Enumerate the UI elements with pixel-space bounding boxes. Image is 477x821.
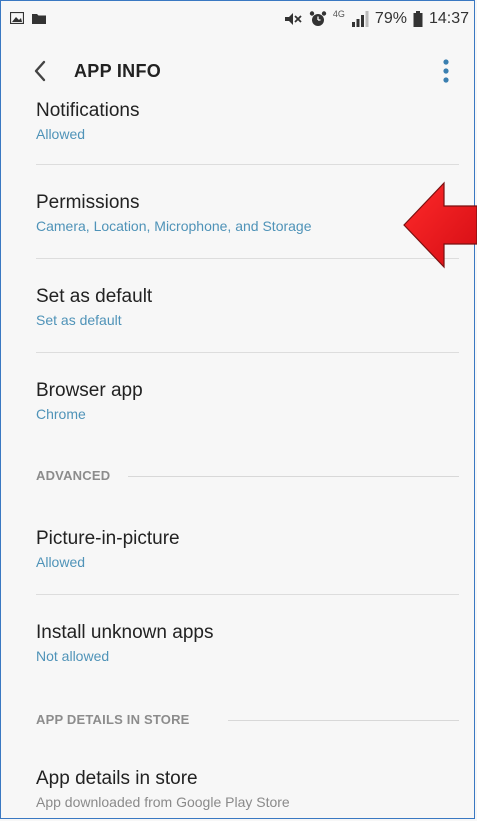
section-header-advanced: ADVANCED	[36, 468, 111, 483]
red-arrow-annotation	[403, 181, 477, 269]
section-header-app-details-in-store: APP DETAILS IN STORE	[36, 712, 190, 727]
gallery-notification-icon	[10, 12, 24, 24]
alarm-icon	[309, 11, 327, 26]
clock-time: 14:37	[428, 10, 469, 27]
item-label: Notifications	[36, 100, 140, 121]
item-value: Chrome	[36, 406, 86, 422]
status-bar: 4G 79% 14:37	[0, 0, 477, 40]
divider	[36, 164, 459, 165]
list-item-app-details-in-store[interactable]: App details in store App downloaded from…	[0, 768, 477, 810]
list-item-set-as-default[interactable]: Set as default Set as default	[0, 286, 477, 328]
mute-icon	[284, 13, 302, 25]
item-label: Picture-in-picture	[36, 528, 180, 549]
item-label: Browser app	[36, 380, 143, 401]
more-vertical-icon[interactable]	[441, 58, 451, 84]
divider	[36, 594, 459, 595]
list-item-notifications[interactable]: Notifications Allowed	[0, 96, 477, 142]
item-value: Set as default	[36, 312, 122, 328]
section-divider	[228, 720, 459, 721]
divider	[36, 352, 459, 353]
app-bar: APP INFO	[0, 48, 477, 96]
status-right: 4G 79% 14:37	[283, 9, 469, 28]
battery-percent: 79%	[374, 10, 407, 27]
page-title: APP INFO	[74, 61, 162, 81]
section-divider	[128, 476, 459, 477]
signal-icon	[351, 11, 369, 27]
item-value: Allowed	[36, 126, 86, 142]
network-type-label: 4G	[332, 9, 345, 19]
chevron-left-icon[interactable]	[28, 56, 52, 86]
item-value: Allowed	[36, 554, 86, 570]
list-item-install-unknown-apps[interactable]: Install unknown apps Not allowed	[0, 622, 477, 664]
list-item-picture-in-picture[interactable]: Picture-in-picture Allowed	[0, 528, 477, 570]
battery-icon	[413, 11, 423, 27]
item-value: App downloaded from Google Play Store	[36, 794, 290, 810]
item-label: App details in store	[36, 768, 198, 789]
divider	[36, 258, 459, 259]
item-value: Not allowed	[36, 648, 110, 664]
item-label: Install unknown apps	[36, 622, 214, 643]
folder-notification-icon	[32, 14, 46, 24]
status-left	[10, 12, 46, 24]
list-item-browser-app[interactable]: Browser app Chrome	[0, 380, 477, 422]
item-label: Set as default	[36, 286, 153, 307]
